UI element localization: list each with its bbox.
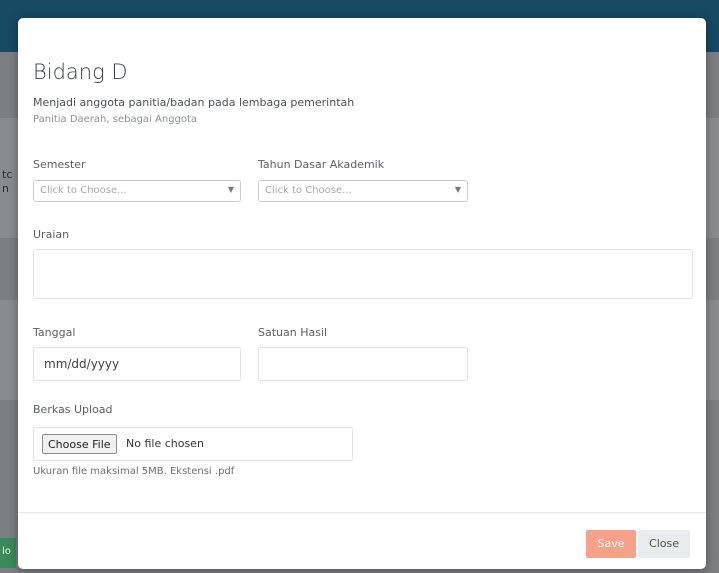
- semester-label: Semester: [33, 158, 86, 171]
- footer-divider: [18, 512, 706, 513]
- tanggal-input[interactable]: mm/dd/yyyy: [33, 347, 241, 381]
- satuan-hasil-label: Satuan Hasil: [258, 326, 328, 339]
- berkas-upload-label: Berkas Upload: [33, 403, 113, 416]
- upload-hint: Ukuran file maksimal 5MB. Ekstensi .pdf: [33, 466, 235, 477]
- tahun-label: Tahun Dasar Akademik: [258, 158, 385, 171]
- background-edge-text: n: [2, 182, 9, 195]
- modal-subdescription: Panitia Daerah, sebagai Anggota: [33, 114, 198, 125]
- semester-placeholder: Click to Choose...: [40, 185, 127, 196]
- tanggal-value: mm/dd/yyyy: [44, 357, 120, 371]
- tanggal-label: Tanggal: [33, 326, 76, 339]
- uraian-input[interactable]: [33, 249, 693, 299]
- file-status-text: No file chosen: [126, 437, 204, 450]
- tahun-select[interactable]: Click to Choose... ▼: [258, 180, 468, 202]
- modal-dialog: Bidang D Menjadi anggota panitia/badan p…: [18, 18, 706, 569]
- file-upload-field: Choose File No file chosen: [33, 427, 353, 461]
- chevron-down-icon: ▼: [227, 185, 234, 194]
- background-edge-text: tc: [2, 168, 13, 181]
- semester-select[interactable]: Click to Choose... ▼: [33, 180, 241, 202]
- modal-title: Bidang D: [33, 60, 128, 84]
- save-button[interactable]: Save: [586, 530, 636, 558]
- choose-file-button[interactable]: Choose File: [42, 434, 117, 454]
- uraian-label: Uraian: [33, 228, 70, 241]
- chevron-down-icon: ▼: [454, 185, 461, 194]
- background-green-button: lo: [0, 538, 16, 568]
- background-edge-text: lo: [2, 546, 11, 557]
- satuan-hasil-input[interactable]: [258, 347, 468, 381]
- close-button[interactable]: Close: [638, 530, 690, 558]
- tahun-placeholder: Click to Choose...: [265, 185, 352, 196]
- modal-description: Menjadi anggota panitia/badan pada lemba…: [33, 96, 355, 109]
